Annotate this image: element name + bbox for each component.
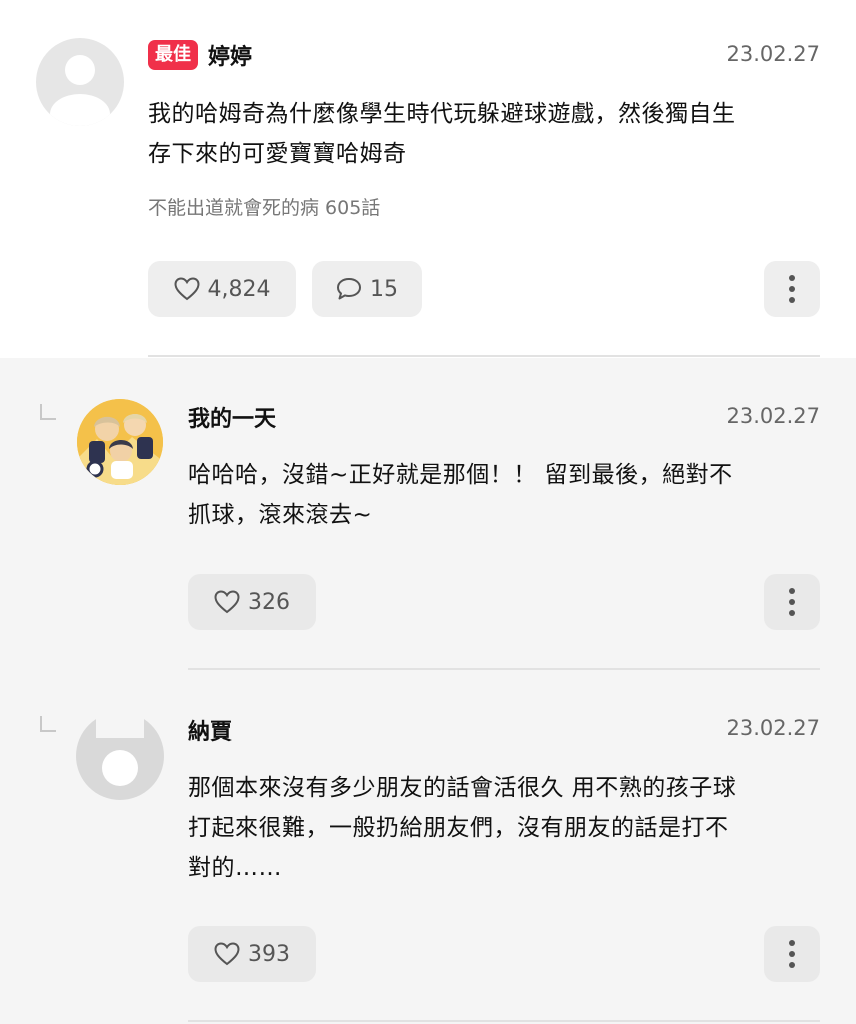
user-avatar[interactable] [76,712,164,800]
more-options-button[interactable] [764,926,820,982]
divider [148,355,820,357]
like-button[interactable]: 326 [188,574,316,630]
vertical-ellipsis-icon [789,588,795,594]
reply-arrow-icon [40,404,56,420]
username[interactable]: 婷婷 [208,39,252,71]
comment-header: 最佳 婷婷 [148,39,252,71]
comment-text-line: 存下來的可愛寶寶哈姆奇 [148,141,407,167]
like-count: 326 [248,589,290,615]
like-count: 4,824 [207,276,271,302]
episode-link[interactable]: 不能出道就會死的病 605話 [148,193,380,220]
anime-characters-avatar-image [77,399,163,485]
comment-text-line: 對的…… [188,855,282,881]
reply-arrow-icon [40,716,56,732]
comment-date: 23.02.27 [726,42,820,66]
comment-text-line: 哈哈哈，沒錯~正好就是那個！！ 留到最後，絕對不 [188,462,733,488]
like-button[interactable]: 4,824 [148,261,296,317]
comment-text: 哈哈哈，沒錯~正好就是那個！！ 留到最後，絕對不 抓球，滾來滾去~ [188,455,828,535]
divider [188,668,820,670]
comment-text-line: 我的哈姆奇為什麼像學生時代玩躲避球遊戲，然後獨自生 [148,101,736,127]
divider [188,1020,820,1022]
more-options-button[interactable] [764,574,820,630]
best-badge: 最佳 [148,40,198,70]
heart-outline-icon [214,942,240,966]
reply-count: 15 [370,276,398,302]
replies-section: 我的一天 23.02.27 哈哈哈，沒錯~正好就是那個！！ 留到最後，絕對不 抓… [0,358,856,1024]
user-avatar[interactable] [77,399,163,485]
like-count: 393 [248,941,290,967]
best-comment: 最佳 婷婷 23.02.27 我的哈姆奇為什麼像學生時代玩躲避球遊戲，然後獨自生… [0,0,856,358]
vertical-ellipsis-icon [789,275,795,281]
comment-date: 23.02.27 [726,716,820,740]
comment-text: 我的哈姆奇為什麼像學生時代玩躲避球遊戲，然後獨自生 存下來的可愛寶寶哈姆奇 [148,94,828,174]
speech-bubble-icon [337,278,361,300]
comment-text-line: 抓球，滾來滾去~ [188,502,373,528]
heart-outline-icon [173,277,200,301]
more-options-button[interactable] [764,261,820,317]
heart-outline-icon [214,590,240,614]
vertical-ellipsis-icon [789,940,795,946]
comment-text-line: 打起來很難，一般扔給朋友們，沒有朋友的話是打不 [188,815,729,841]
like-button[interactable]: 393 [188,926,316,982]
username[interactable]: 納賈 [188,714,232,746]
comment-date: 23.02.27 [726,404,820,428]
username[interactable]: 我的一天 [188,401,276,433]
comment-text-line: 那個本來沒有多少朋友的話會活很久 用不熟的孩子球 [188,775,737,801]
comment-text: 那個本來沒有多少朋友的話會活很久 用不熟的孩子球 打起來很難，一般扔給朋友們，沒… [188,768,828,888]
user-avatar[interactable] [36,38,124,126]
comment-thread: 最佳 婷婷 23.02.27 我的哈姆奇為什麼像學生時代玩躲避球遊戲，然後獨自生… [0,0,856,1024]
reply-count-button[interactable]: 15 [312,261,422,317]
